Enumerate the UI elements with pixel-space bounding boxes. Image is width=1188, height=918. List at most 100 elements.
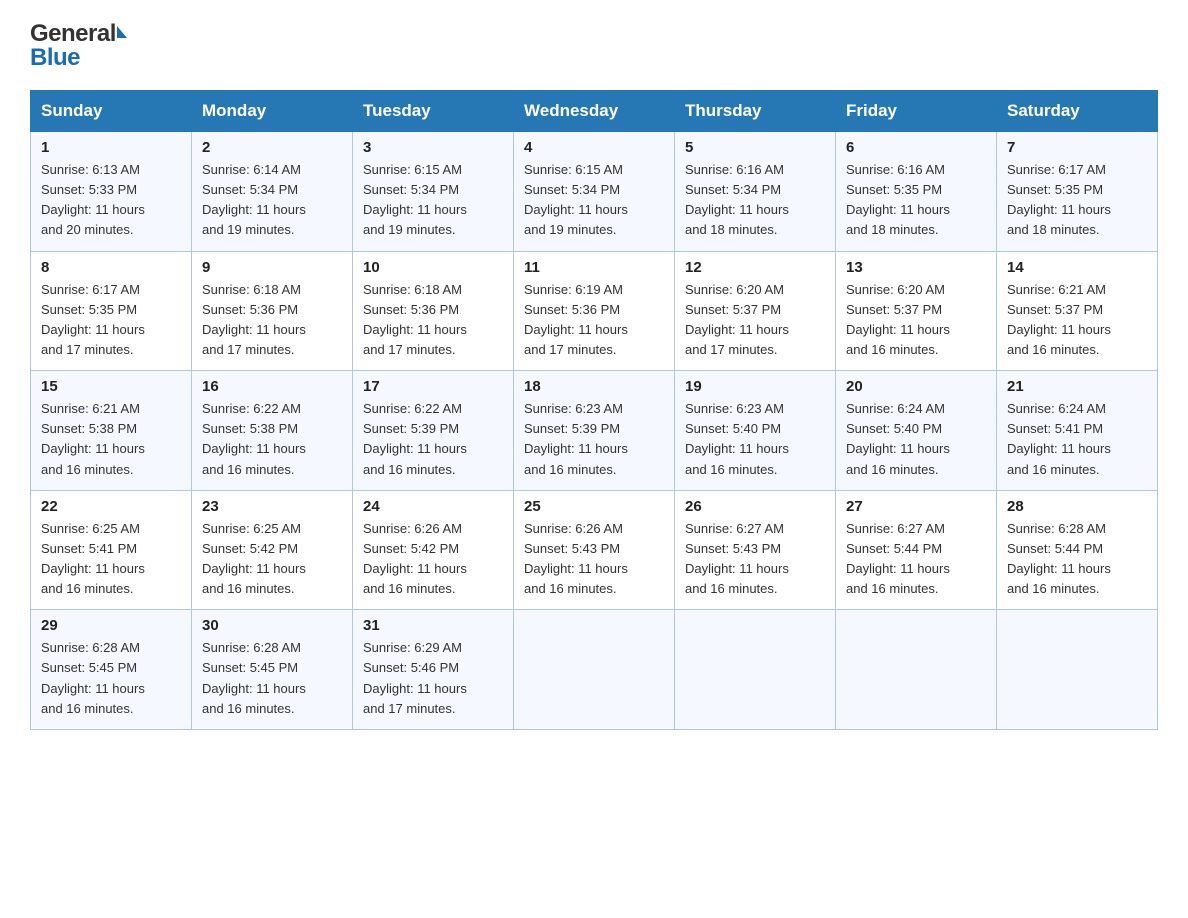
calendar-cell: 21 Sunrise: 6:24 AMSunset: 5:41 PMDaylig… <box>997 371 1158 491</box>
day-number: 18 <box>524 378 666 395</box>
calendar-cell: 19 Sunrise: 6:23 AMSunset: 5:40 PMDaylig… <box>675 371 836 491</box>
calendar-cell <box>514 610 675 730</box>
calendar-cell: 7 Sunrise: 6:17 AMSunset: 5:35 PMDayligh… <box>997 132 1158 252</box>
day-number: 26 <box>685 498 827 515</box>
day-number: 1 <box>41 139 183 156</box>
day-number: 13 <box>846 259 988 276</box>
calendar-cell: 11 Sunrise: 6:19 AMSunset: 5:36 PMDaylig… <box>514 251 675 371</box>
calendar-cell: 17 Sunrise: 6:22 AMSunset: 5:39 PMDaylig… <box>353 371 514 491</box>
calendar-cell: 27 Sunrise: 6:27 AMSunset: 5:44 PMDaylig… <box>836 490 997 610</box>
day-info: Sunrise: 6:27 AMSunset: 5:43 PMDaylight:… <box>685 521 789 596</box>
calendar-cell: 2 Sunrise: 6:14 AMSunset: 5:34 PMDayligh… <box>192 132 353 252</box>
calendar-cell: 25 Sunrise: 6:26 AMSunset: 5:43 PMDaylig… <box>514 490 675 610</box>
day-number: 6 <box>846 139 988 156</box>
day-info: Sunrise: 6:18 AMSunset: 5:36 PMDaylight:… <box>363 282 467 357</box>
day-info: Sunrise: 6:14 AMSunset: 5:34 PMDaylight:… <box>202 162 306 237</box>
page-header: General Blue <box>30 20 1158 72</box>
day-info: Sunrise: 6:13 AMSunset: 5:33 PMDaylight:… <box>41 162 145 237</box>
calendar-cell: 10 Sunrise: 6:18 AMSunset: 5:36 PMDaylig… <box>353 251 514 371</box>
calendar-cell: 8 Sunrise: 6:17 AMSunset: 5:35 PMDayligh… <box>31 251 192 371</box>
calendar-cell: 6 Sunrise: 6:16 AMSunset: 5:35 PMDayligh… <box>836 132 997 252</box>
day-info: Sunrise: 6:25 AMSunset: 5:41 PMDaylight:… <box>41 521 145 596</box>
calendar-header-row: SundayMondayTuesdayWednesdayThursdayFrid… <box>31 91 1158 132</box>
day-info: Sunrise: 6:27 AMSunset: 5:44 PMDaylight:… <box>846 521 950 596</box>
calendar-cell: 26 Sunrise: 6:27 AMSunset: 5:43 PMDaylig… <box>675 490 836 610</box>
day-info: Sunrise: 6:24 AMSunset: 5:41 PMDaylight:… <box>1007 401 1111 476</box>
day-info: Sunrise: 6:23 AMSunset: 5:39 PMDaylight:… <box>524 401 628 476</box>
col-header-thursday: Thursday <box>675 91 836 132</box>
calendar-cell: 24 Sunrise: 6:26 AMSunset: 5:42 PMDaylig… <box>353 490 514 610</box>
logo-arrow-icon <box>117 26 127 38</box>
calendar-cell <box>675 610 836 730</box>
day-number: 11 <box>524 259 666 276</box>
day-info: Sunrise: 6:19 AMSunset: 5:36 PMDaylight:… <box>524 282 628 357</box>
day-info: Sunrise: 6:26 AMSunset: 5:42 PMDaylight:… <box>363 521 467 596</box>
calendar-cell: 12 Sunrise: 6:20 AMSunset: 5:37 PMDaylig… <box>675 251 836 371</box>
calendar-cell: 15 Sunrise: 6:21 AMSunset: 5:38 PMDaylig… <box>31 371 192 491</box>
logo-blue-text: Blue <box>30 44 80 72</box>
day-number: 22 <box>41 498 183 515</box>
calendar-week-row: 8 Sunrise: 6:17 AMSunset: 5:35 PMDayligh… <box>31 251 1158 371</box>
calendar-week-row: 15 Sunrise: 6:21 AMSunset: 5:38 PMDaylig… <box>31 371 1158 491</box>
calendar-cell: 14 Sunrise: 6:21 AMSunset: 5:37 PMDaylig… <box>997 251 1158 371</box>
col-header-tuesday: Tuesday <box>353 91 514 132</box>
calendar-cell: 13 Sunrise: 6:20 AMSunset: 5:37 PMDaylig… <box>836 251 997 371</box>
day-info: Sunrise: 6:21 AMSunset: 5:38 PMDaylight:… <box>41 401 145 476</box>
day-number: 21 <box>1007 378 1149 395</box>
calendar-cell: 18 Sunrise: 6:23 AMSunset: 5:39 PMDaylig… <box>514 371 675 491</box>
calendar-cell: 23 Sunrise: 6:25 AMSunset: 5:42 PMDaylig… <box>192 490 353 610</box>
day-number: 2 <box>202 139 344 156</box>
col-header-wednesday: Wednesday <box>514 91 675 132</box>
calendar-cell: 22 Sunrise: 6:25 AMSunset: 5:41 PMDaylig… <box>31 490 192 610</box>
day-number: 17 <box>363 378 505 395</box>
day-number: 9 <box>202 259 344 276</box>
day-number: 14 <box>1007 259 1149 276</box>
calendar-cell: 5 Sunrise: 6:16 AMSunset: 5:34 PMDayligh… <box>675 132 836 252</box>
day-number: 5 <box>685 139 827 156</box>
day-number: 20 <box>846 378 988 395</box>
day-number: 16 <box>202 378 344 395</box>
day-number: 7 <box>1007 139 1149 156</box>
day-number: 28 <box>1007 498 1149 515</box>
day-info: Sunrise: 6:17 AMSunset: 5:35 PMDaylight:… <box>41 282 145 357</box>
day-info: Sunrise: 6:29 AMSunset: 5:46 PMDaylight:… <box>363 640 467 715</box>
day-number: 25 <box>524 498 666 515</box>
day-info: Sunrise: 6:28 AMSunset: 5:45 PMDaylight:… <box>202 640 306 715</box>
day-info: Sunrise: 6:23 AMSunset: 5:40 PMDaylight:… <box>685 401 789 476</box>
calendar-cell <box>997 610 1158 730</box>
day-info: Sunrise: 6:15 AMSunset: 5:34 PMDaylight:… <box>363 162 467 237</box>
day-number: 24 <box>363 498 505 515</box>
day-info: Sunrise: 6:22 AMSunset: 5:38 PMDaylight:… <box>202 401 306 476</box>
calendar-cell: 30 Sunrise: 6:28 AMSunset: 5:45 PMDaylig… <box>192 610 353 730</box>
day-info: Sunrise: 6:16 AMSunset: 5:35 PMDaylight:… <box>846 162 950 237</box>
day-number: 31 <box>363 617 505 634</box>
calendar-cell: 28 Sunrise: 6:28 AMSunset: 5:44 PMDaylig… <box>997 490 1158 610</box>
calendar-table: SundayMondayTuesdayWednesdayThursdayFrid… <box>30 90 1158 730</box>
day-info: Sunrise: 6:22 AMSunset: 5:39 PMDaylight:… <box>363 401 467 476</box>
calendar-cell: 4 Sunrise: 6:15 AMSunset: 5:34 PMDayligh… <box>514 132 675 252</box>
calendar-cell: 16 Sunrise: 6:22 AMSunset: 5:38 PMDaylig… <box>192 371 353 491</box>
calendar-cell <box>836 610 997 730</box>
day-info: Sunrise: 6:26 AMSunset: 5:43 PMDaylight:… <box>524 521 628 596</box>
calendar-cell: 29 Sunrise: 6:28 AMSunset: 5:45 PMDaylig… <box>31 610 192 730</box>
day-number: 15 <box>41 378 183 395</box>
calendar-week-row: 1 Sunrise: 6:13 AMSunset: 5:33 PMDayligh… <box>31 132 1158 252</box>
day-info: Sunrise: 6:15 AMSunset: 5:34 PMDaylight:… <box>524 162 628 237</box>
day-info: Sunrise: 6:16 AMSunset: 5:34 PMDaylight:… <box>685 162 789 237</box>
day-info: Sunrise: 6:28 AMSunset: 5:44 PMDaylight:… <box>1007 521 1111 596</box>
day-number: 4 <box>524 139 666 156</box>
day-number: 10 <box>363 259 505 276</box>
day-number: 3 <box>363 139 505 156</box>
col-header-sunday: Sunday <box>31 91 192 132</box>
calendar-cell: 31 Sunrise: 6:29 AMSunset: 5:46 PMDaylig… <box>353 610 514 730</box>
col-header-monday: Monday <box>192 91 353 132</box>
calendar-cell: 9 Sunrise: 6:18 AMSunset: 5:36 PMDayligh… <box>192 251 353 371</box>
day-info: Sunrise: 6:17 AMSunset: 5:35 PMDaylight:… <box>1007 162 1111 237</box>
day-number: 27 <box>846 498 988 515</box>
day-number: 19 <box>685 378 827 395</box>
day-info: Sunrise: 6:24 AMSunset: 5:40 PMDaylight:… <box>846 401 950 476</box>
day-number: 8 <box>41 259 183 276</box>
day-info: Sunrise: 6:28 AMSunset: 5:45 PMDaylight:… <box>41 640 145 715</box>
day-info: Sunrise: 6:18 AMSunset: 5:36 PMDaylight:… <box>202 282 306 357</box>
logo: General Blue <box>30 20 127 72</box>
